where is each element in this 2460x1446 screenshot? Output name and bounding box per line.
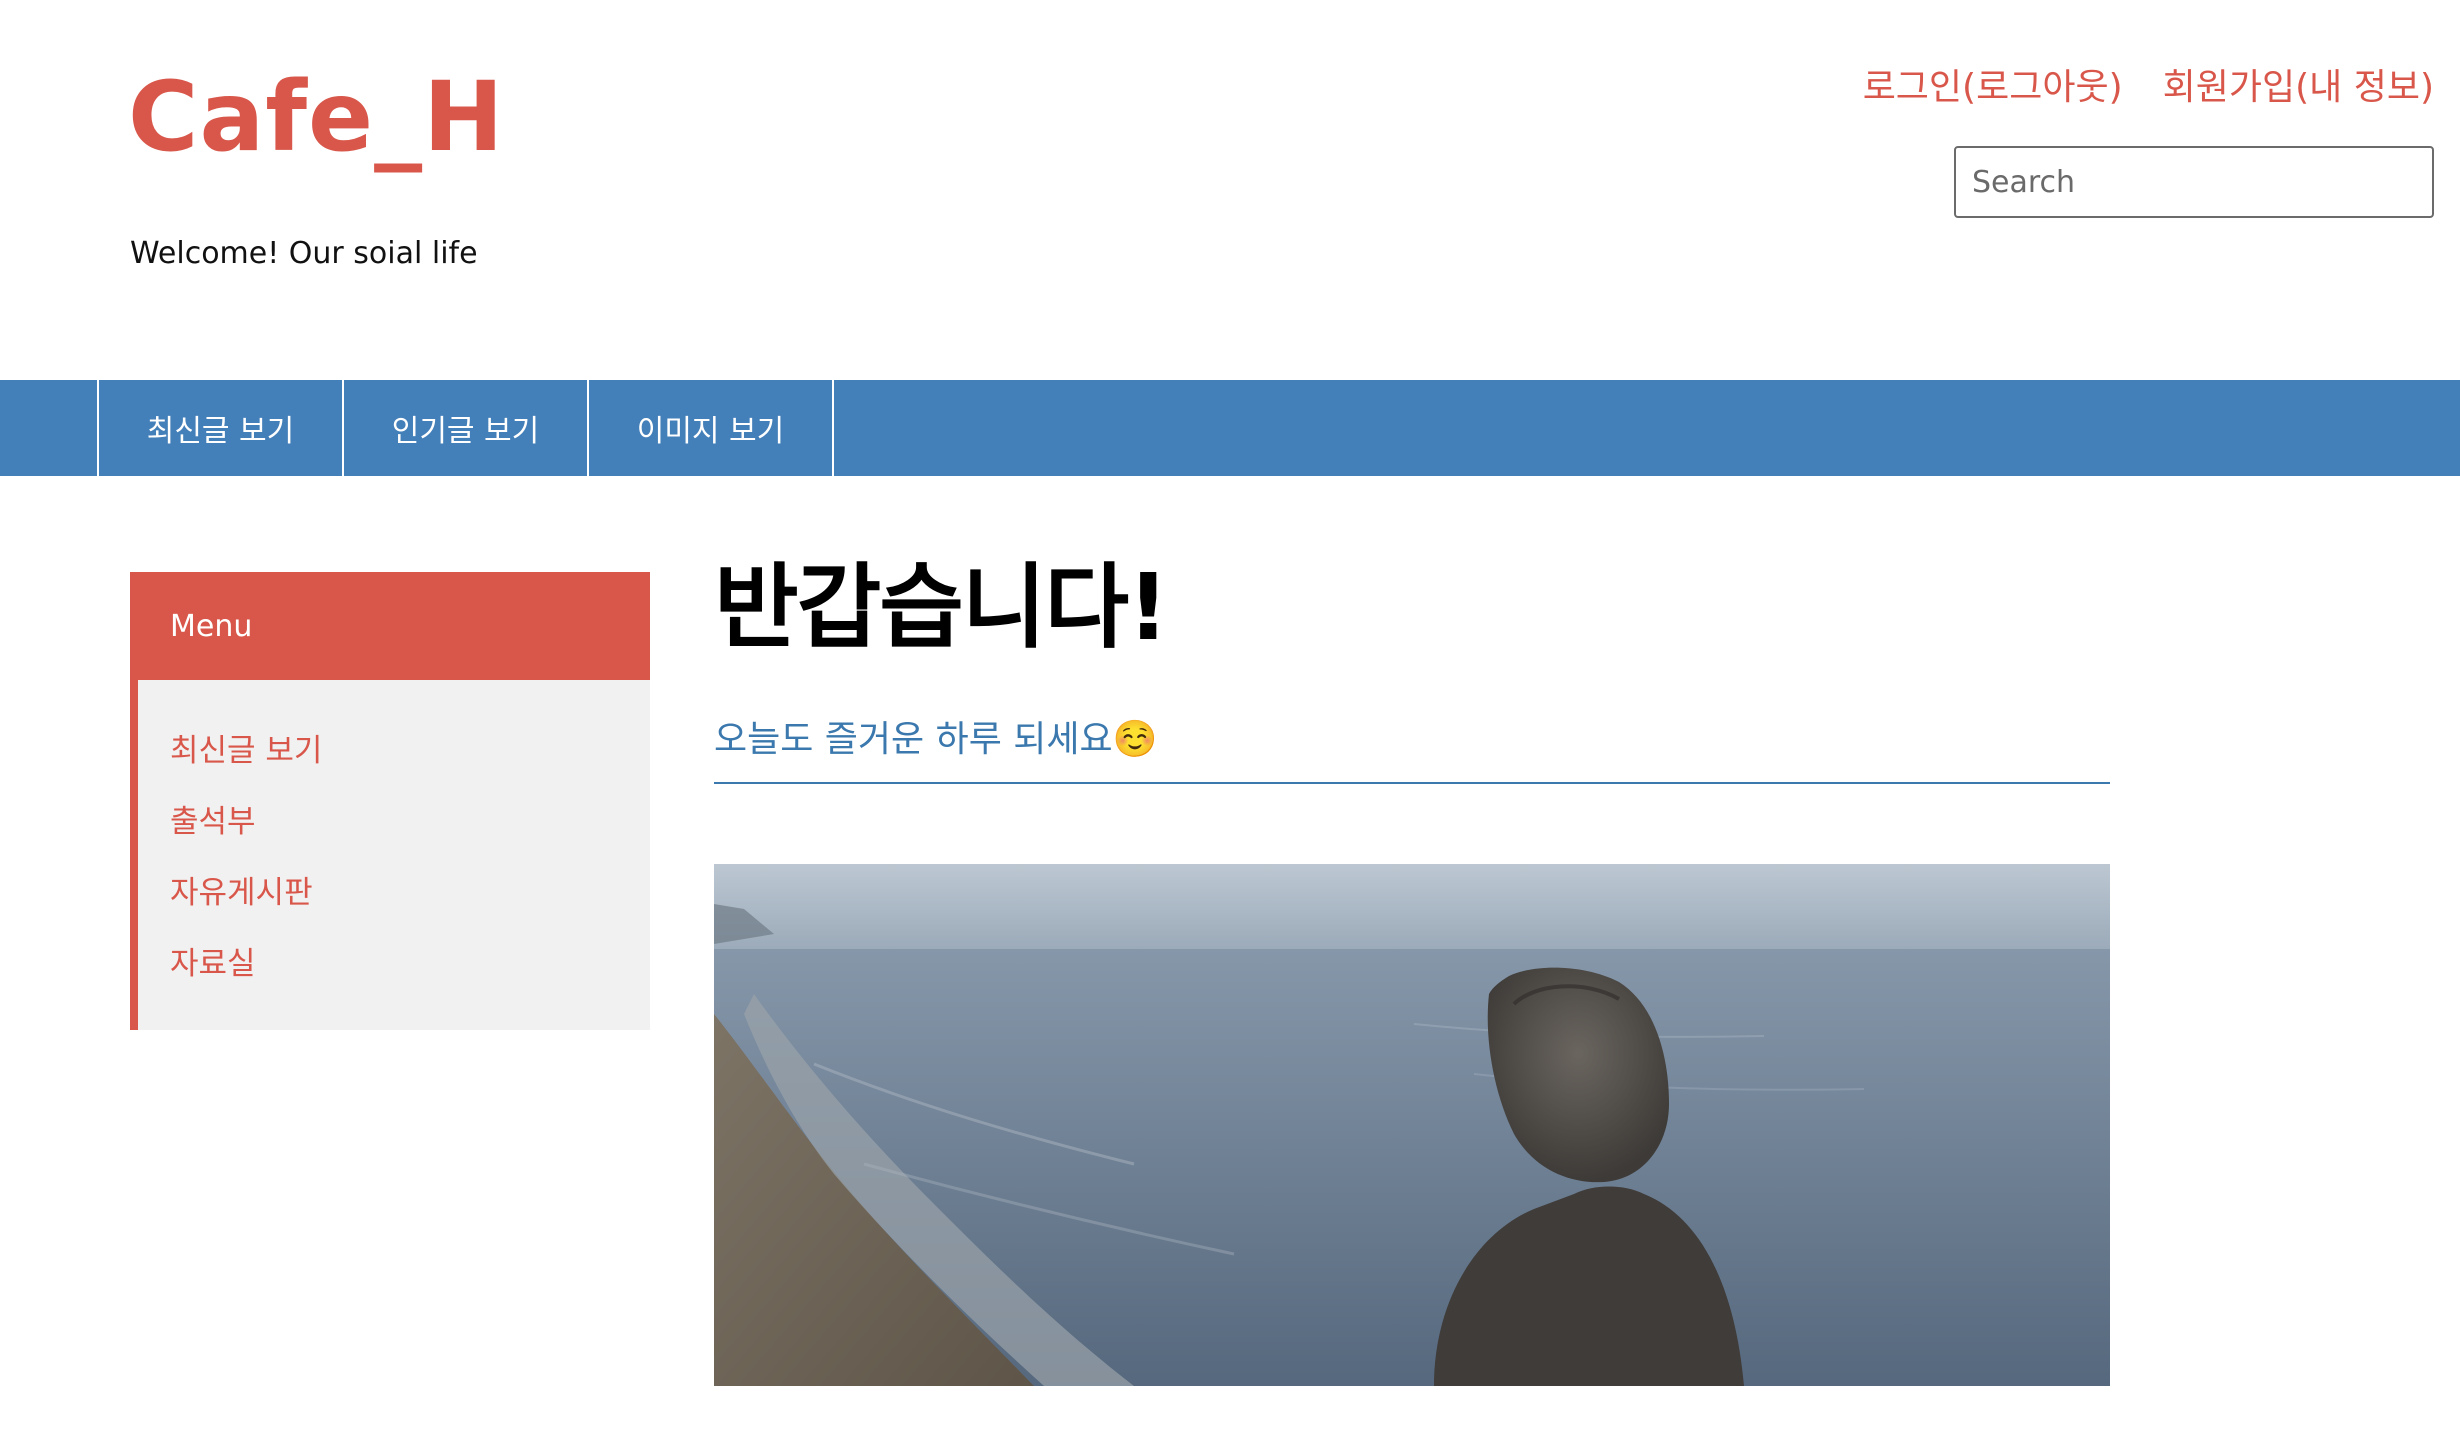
- page-title: 반갑습니다!: [714, 554, 1169, 661]
- nav-list: 최신글 보기 인기글 보기 이미지 보기: [97, 380, 834, 476]
- sidebar-list: 최신글 보기 출석부 자유게시판 자료실: [138, 680, 650, 1000]
- page-subtitle: 오늘도 즐거운 하루 되세요☺️: [714, 710, 2110, 784]
- main-content: 반갑습니다! 오늘도 즐거운 하루 되세요☺️: [714, 548, 2110, 1386]
- sidebar-item-free-board[interactable]: 자유게시판: [170, 858, 650, 929]
- main-navbar: 최신글 보기 인기글 보기 이미지 보기: [0, 380, 2460, 476]
- nav-item-popular[interactable]: 인기글 보기: [344, 380, 589, 476]
- nav-item-latest[interactable]: 최신글 보기: [99, 380, 344, 476]
- site-header: Cafe_H Welcome! Our soial life 로그인(로그아웃)…: [0, 0, 2460, 380]
- site-tagline: Welcome! Our soial life: [130, 236, 478, 271]
- sidebar-item-archive[interactable]: 자료실: [170, 929, 650, 1000]
- sidebar-header: Menu: [130, 572, 650, 680]
- nav-item-images[interactable]: 이미지 보기: [589, 380, 834, 476]
- account-links: 로그인(로그아웃) 회원가입(내 정보): [1863, 58, 2434, 110]
- hero-image: [714, 864, 2110, 1386]
- hooded-person-beach-photo-icon: [714, 864, 2110, 1386]
- sidebar-item-attendance[interactable]: 출석부: [170, 787, 650, 858]
- signup-link[interactable]: 회원가입(내 정보): [2163, 58, 2434, 110]
- site-title[interactable]: Cafe_H: [128, 60, 504, 175]
- sidebar-item-latest[interactable]: 최신글 보기: [170, 716, 650, 787]
- search-input[interactable]: [1954, 146, 2434, 218]
- sidebar-menu: Menu 최신글 보기 출석부 자유게시판 자료실: [130, 572, 650, 1030]
- login-link[interactable]: 로그인(로그아웃): [1863, 58, 2123, 110]
